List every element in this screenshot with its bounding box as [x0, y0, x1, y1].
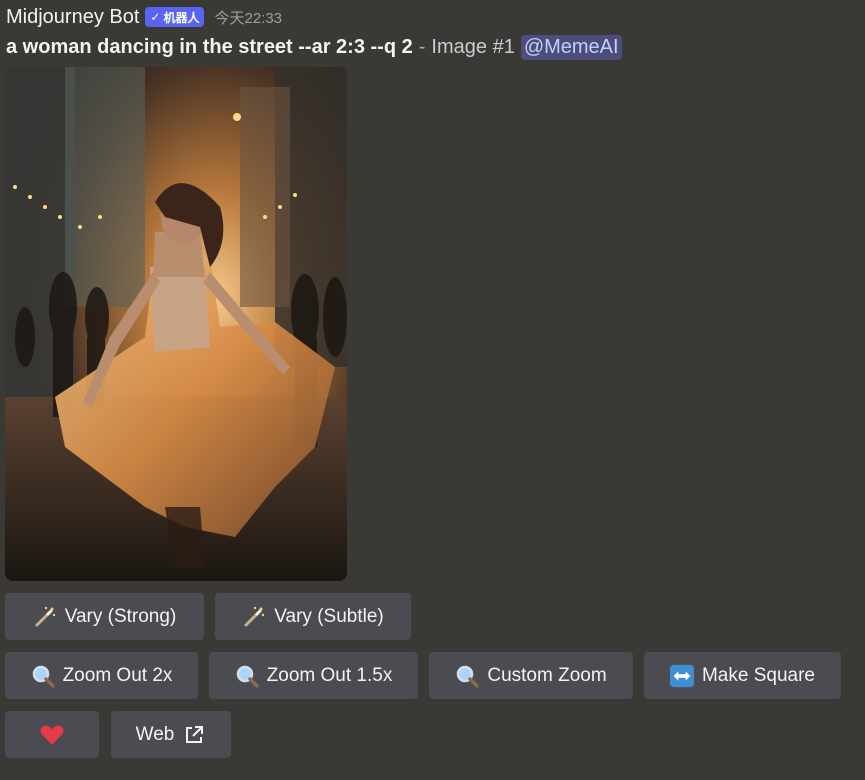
external-link-icon: [182, 723, 206, 747]
heart-icon: [40, 723, 64, 747]
checkmark-icon: ✓: [150, 10, 161, 24]
bot-badge-label: 机器人: [163, 10, 200, 25]
favorite-button[interactable]: [5, 711, 99, 758]
web-button[interactable]: Web: [111, 711, 231, 758]
magnifier-icon: [235, 664, 259, 688]
vary-subtle-button[interactable]: Vary (Subtle): [215, 593, 411, 640]
magic-wand-icon: [33, 605, 57, 629]
magnifier-icon: [455, 664, 480, 688]
vary-strong-button[interactable]: Vary (Strong): [5, 593, 204, 640]
web-label: Web: [135, 723, 175, 745]
zoom-out-1-5x-button[interactable]: Zoom Out 1.5x: [209, 652, 418, 699]
prompt-text: a woman dancing in the street --ar 2:3 -…: [6, 36, 413, 58]
vary-strong-label: Vary (Strong): [64, 605, 177, 627]
left-right-arrow-icon: [669, 664, 694, 688]
make-square-label: Make Square: [701, 664, 815, 686]
message: Midjourney Bot ✓ 机器人 今天22:33 a woman dan…: [0, 0, 865, 780]
vary-subtle-label: Vary (Subtle): [274, 605, 384, 627]
timestamp: 今天22:33: [214, 9, 283, 27]
zoom-out-2x-label: Zoom Out 2x: [62, 664, 173, 686]
magnifier-icon: [31, 664, 55, 688]
zoom-out-1-5x-label: Zoom Out 1.5x: [266, 664, 393, 686]
make-square-button[interactable]: Make Square: [644, 652, 841, 699]
prompt-line: a woman dancing in the street --ar 2:3 -…: [6, 35, 622, 60]
separator: -: [418, 36, 426, 58]
magic-wand-icon: [242, 605, 266, 629]
image-label: Image #1: [431, 36, 515, 58]
user-mention[interactable]: @MemeAI: [520, 35, 622, 60]
custom-zoom-button[interactable]: Custom Zoom: [429, 652, 633, 699]
custom-zoom-label: Custom Zoom: [487, 664, 607, 686]
username[interactable]: Midjourney Bot: [6, 6, 139, 29]
message-header: Midjourney Bot ✓ 机器人 今天22:33: [6, 4, 282, 30]
generated-image[interactable]: [5, 67, 347, 581]
zoom-out-2x-button[interactable]: Zoom Out 2x: [5, 652, 198, 699]
bot-badge: ✓ 机器人: [145, 7, 205, 27]
